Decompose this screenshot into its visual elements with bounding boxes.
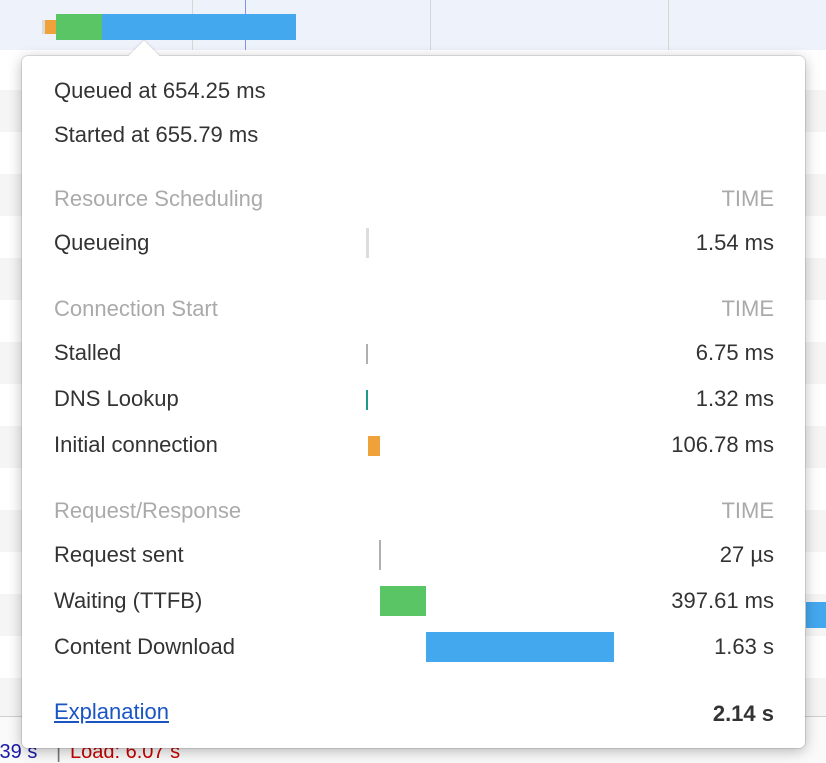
grid-line (430, 0, 431, 50)
section-title-request-response: Request/Response (54, 498, 242, 523)
row-label-content-download: Content Download (54, 634, 236, 659)
waterfall-download-segment (102, 14, 296, 40)
waterfall-download-segment (806, 602, 826, 628)
row-label-dns-lookup: DNS Lookup (54, 386, 179, 411)
started-at-text: Started at 655.79 ms (54, 122, 259, 147)
grid-line (668, 0, 669, 50)
row-value-dns-lookup: 1.32 ms (695, 386, 774, 411)
queueing-bar (366, 228, 369, 258)
row-label-stalled: Stalled (54, 340, 122, 365)
time-column-header: TIME (721, 186, 774, 211)
queued-at-text: Queued at 654.25 ms (54, 78, 266, 103)
section-title-connection-start: Connection Start (54, 296, 218, 321)
row-value-content-download: 1.63 s (714, 634, 774, 659)
waterfall-waiting-segment (56, 14, 102, 40)
time-column-header: TIME (721, 498, 774, 523)
row-label-initial-connection: Initial connection (54, 432, 218, 457)
row-label-waiting-ttfb: Waiting (TTFB) (54, 588, 203, 613)
waterfall-connection-segment (45, 20, 56, 34)
row-value-request-sent: 27 µs (719, 542, 774, 567)
explanation-link[interactable]: Explanation (54, 699, 169, 725)
dns-lookup-bar (366, 390, 368, 410)
row-value-queueing: 1.54 ms (695, 230, 774, 255)
row-value-stalled: 6.75 ms (695, 340, 774, 365)
stalled-bar (366, 344, 368, 364)
row-label-request-sent: Request sent (54, 542, 184, 567)
time-column-header: TIME (721, 296, 774, 321)
row-value-waiting-ttfb: 397.61 ms (671, 588, 774, 613)
total-time: 2.14 s (712, 701, 774, 726)
waiting-ttfb-bar (380, 586, 426, 616)
content-download-bar (426, 632, 614, 662)
row-value-initial-connection: 106.78 ms (671, 432, 774, 457)
section-title-resource-scheduling: Resource Scheduling (54, 186, 264, 211)
timing-popover: Queued at 654.25 ms Started at 655.79 ms… (22, 40, 805, 748)
initial-connection-bar (368, 436, 380, 456)
row-label-queueing: Queueing (54, 230, 150, 255)
request-sent-bar (379, 540, 381, 570)
